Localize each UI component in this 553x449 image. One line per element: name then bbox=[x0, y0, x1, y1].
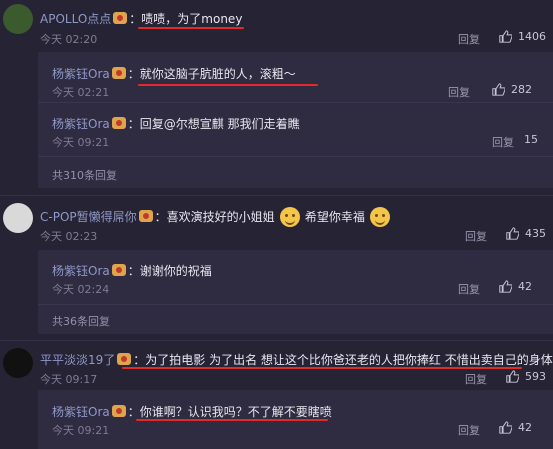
reply-text: 回复@尔想宣麒 那我们走着瞧 bbox=[139, 117, 300, 131]
thumbs-up-icon bbox=[499, 280, 513, 293]
like-button[interactable]: 1406 bbox=[499, 30, 546, 43]
vip-badge-icon bbox=[117, 353, 132, 365]
reply-item: 杨紫钰Ora ：就你这脑子肮脏的人，滚粗～ 今天 02:21 回复 282 bbox=[52, 67, 532, 100]
red-underline-annotation bbox=[136, 419, 328, 421]
reply-thread: 杨紫钰Ora ：就你这脑子肮脏的人，滚粗～ 今天 02:21 回复 282 杨紫钰… bbox=[38, 52, 553, 188]
avatar[interactable] bbox=[3, 4, 33, 34]
like-button[interactable]: 42 bbox=[499, 280, 532, 293]
like-button[interactable]: 593 bbox=[506, 370, 546, 383]
reply-time: 今天 02:21 bbox=[52, 86, 110, 99]
reply-item: 杨紫钰Ora ：谢谢你的祝福 今天 02:24 回复 42 bbox=[52, 264, 532, 297]
comment-text: 希望你幸福 bbox=[304, 210, 365, 224]
red-underline-annotation bbox=[138, 84, 318, 86]
like-button[interactable]: 42 bbox=[499, 421, 532, 434]
comment-text: 啧啧，为了money bbox=[141, 12, 243, 26]
like-count: 42 bbox=[518, 280, 532, 293]
divider bbox=[38, 156, 553, 157]
reply-button[interactable]: 回复 bbox=[465, 228, 487, 244]
reply-button[interactable]: 回复 bbox=[465, 371, 487, 387]
reply-time: 今天 09:21 bbox=[52, 136, 110, 149]
vip-badge-icon bbox=[111, 117, 126, 129]
like-count: 435 bbox=[525, 227, 546, 240]
view-more-replies-link[interactable]: 共310条回复 bbox=[52, 167, 117, 183]
smile-emoji-icon bbox=[369, 207, 390, 227]
divider bbox=[38, 102, 553, 103]
comment-username[interactable]: 平平淡淡19了 bbox=[40, 353, 115, 367]
like-button[interactable]: 282 bbox=[492, 83, 532, 96]
comment-item: 平平淡淡19了 ：为了拍电影 为了出名 想让这个比你爸还老的人把你捧红 不惜出卖自… bbox=[0, 341, 553, 449]
reply-button[interactable]: 回复 bbox=[492, 134, 514, 150]
reply-button[interactable]: 回复 bbox=[458, 31, 480, 47]
reply-text: 就你这脑子肮脏的人，滚粗～ bbox=[139, 67, 296, 81]
reply-item: 杨紫钰Ora ：你谁啊？认识我吗？不了解不要瞎喷 今天 09:21 回复 42 bbox=[52, 405, 532, 438]
thumbs-up-icon bbox=[506, 227, 520, 240]
red-underline-annotation bbox=[138, 27, 244, 29]
like-count: 42 bbox=[518, 421, 532, 434]
avatar[interactable] bbox=[3, 348, 33, 378]
vip-badge-icon bbox=[111, 67, 126, 79]
like-button[interactable]: 15 bbox=[524, 133, 538, 146]
comment-time: 今天 02:20 bbox=[40, 33, 98, 46]
reply-button[interactable]: 回复 bbox=[448, 84, 470, 100]
comment-username[interactable]: C-POP暂懒得屌你 bbox=[40, 210, 137, 224]
reply-username[interactable]: 杨紫钰Ora bbox=[52, 67, 110, 81]
vip-badge-icon bbox=[111, 405, 126, 417]
laugh-emoji-icon bbox=[279, 207, 300, 227]
reply-button[interactable]: 回复 bbox=[458, 422, 480, 438]
reply-username[interactable]: 杨紫钰Ora bbox=[52, 264, 110, 278]
like-count: 1406 bbox=[518, 30, 546, 43]
reply-time: 今天 09:21 bbox=[52, 424, 110, 437]
avatar[interactable] bbox=[3, 203, 33, 233]
comment-item: C-POP暂懒得屌你 ：喜欢演技好的小姐姐 希望你幸福 今天 02:23 回复 4… bbox=[0, 196, 553, 336]
view-more-replies-link[interactable]: 共36条回复 bbox=[52, 313, 110, 329]
vip-badge-icon bbox=[113, 12, 128, 24]
thumbs-up-icon bbox=[499, 421, 513, 434]
like-count: 15 bbox=[524, 133, 538, 146]
comment-text: 为了拍电影 为了出名 想让这个比你爸还老的人把你捧红 不惜出卖自己的身体 bbox=[145, 353, 553, 367]
divider bbox=[38, 304, 553, 305]
comment-item: APOLLO点点 ：啧啧，为了money 今天 02:20 回复 1406 杨紫钰… bbox=[0, 0, 553, 190]
reply-item: 杨紫钰Ora ：回复@尔想宣麒 那我们走着瞧 今天 09:21 回复 15 bbox=[52, 117, 538, 150]
reply-username[interactable]: 杨紫钰Ora bbox=[52, 405, 110, 419]
reply-text: 谢谢你的祝福 bbox=[139, 264, 212, 278]
comment-username[interactable]: APOLLO点点 bbox=[40, 12, 111, 26]
like-count: 282 bbox=[511, 83, 532, 96]
thumbs-up-icon bbox=[499, 30, 513, 43]
thumbs-up-icon bbox=[492, 83, 506, 96]
vip-badge-icon bbox=[111, 264, 126, 276]
reply-time: 今天 02:24 bbox=[52, 283, 110, 296]
red-underline-annotation bbox=[122, 367, 522, 369]
reply-thread: 杨紫钰Ora ：你谁啊？认识我吗？不了解不要瞎喷 今天 09:21 回复 42 bbox=[38, 390, 553, 449]
like-count: 593 bbox=[525, 370, 546, 383]
reply-button[interactable]: 回复 bbox=[458, 281, 480, 297]
comment-time: 今天 02:23 bbox=[40, 230, 98, 243]
vip-badge-icon bbox=[138, 210, 153, 222]
reply-username[interactable]: 杨紫钰Ora bbox=[52, 117, 110, 131]
reply-text: 你谁啊？认识我吗？不了解不要瞎喷 bbox=[139, 405, 332, 419]
comment-text: 喜欢演技好的小姐姐 bbox=[166, 210, 275, 224]
thumbs-up-icon bbox=[506, 370, 520, 383]
comment-time: 今天 09:17 bbox=[40, 373, 98, 386]
like-button[interactable]: 435 bbox=[506, 227, 546, 240]
reply-thread: 杨紫钰Ora ：谢谢你的祝福 今天 02:24 回复 42 共36条回复 bbox=[38, 250, 553, 334]
